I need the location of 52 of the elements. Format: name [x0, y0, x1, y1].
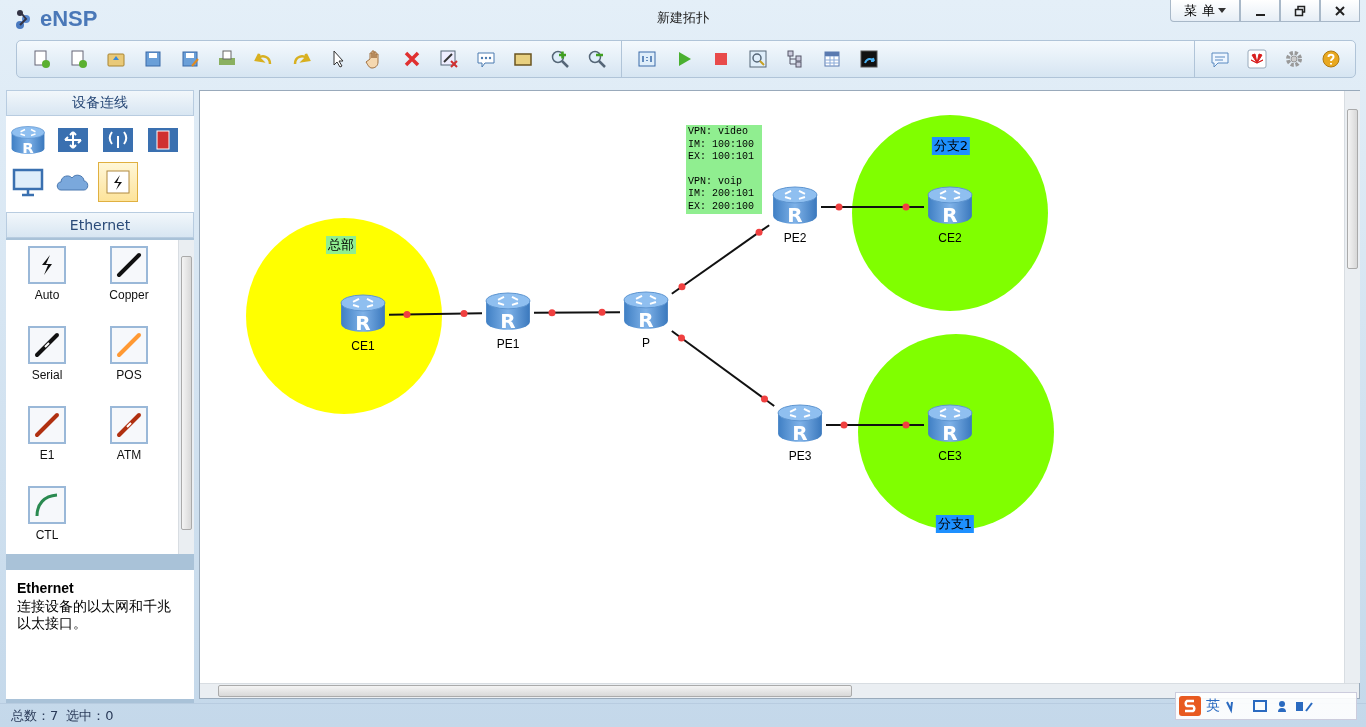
minimize-icon	[1255, 13, 1265, 16]
window-title: 新建拓扑	[657, 9, 709, 27]
scrollbar[interactable]	[178, 240, 194, 554]
cable-item[interactable]: POS	[88, 324, 170, 404]
close-button[interactable]	[1320, 0, 1360, 22]
cable-icon	[28, 246, 66, 284]
close-icon	[1334, 4, 1346, 17]
app-name: eNSP	[40, 6, 98, 32]
cable-icon	[110, 246, 148, 284]
cable-item[interactable]: ATM	[88, 404, 170, 484]
cable-icon	[28, 486, 66, 524]
text-note: VPN: video IM: 100:100 EX: 100:101 VPN: voip IM: 200:101 EX: 200:100	[686, 125, 762, 214]
scrollbar[interactable]	[1344, 91, 1360, 683]
restore-button[interactable]	[1280, 0, 1320, 22]
area-label: 分支1	[935, 515, 975, 533]
cable-link[interactable]	[820, 203, 925, 211]
restore-icon	[1294, 4, 1306, 17]
cable-item[interactable]: E1	[6, 404, 88, 484]
node-label: CE1	[351, 338, 375, 353]
cable-icon	[110, 326, 148, 364]
node-label: PE2	[783, 230, 807, 245]
info-title: Ethernet	[17, 580, 75, 596]
cable-link[interactable]	[388, 310, 483, 318]
cable-icon	[110, 406, 148, 444]
cable-icon	[28, 326, 66, 364]
scrollbar[interactable]	[200, 683, 1359, 698]
menu-button[interactable]: 菜 单	[1170, 0, 1240, 22]
area-label: 分支2	[931, 137, 971, 155]
node-label: PE1	[496, 336, 520, 351]
area-label: 总部	[326, 236, 356, 254]
status-text: 总数：7	[11, 706, 59, 725]
cable-link[interactable]	[825, 421, 925, 429]
node-label: CE3	[938, 448, 962, 463]
cable-icon	[28, 406, 66, 444]
cable-item[interactable]: Copper	[88, 244, 170, 324]
cable-link[interactable]	[670, 224, 771, 295]
node-label: P	[642, 335, 650, 350]
cable-item[interactable]: Serial	[6, 324, 88, 404]
input-mode[interactable]: 英	[1206, 697, 1220, 715]
cable-link[interactable]	[670, 329, 776, 408]
cable-link[interactable]	[533, 308, 621, 317]
ime-tools-icon	[1224, 698, 1314, 714]
panel-header: 设备连线	[6, 90, 194, 116]
ime-logo-icon	[1178, 695, 1202, 717]
status-text: 选中：0	[66, 706, 114, 725]
panel-header: Ethernet	[6, 212, 194, 238]
node-label: PE3	[788, 448, 812, 463]
cable-item[interactable]: Auto	[6, 244, 88, 324]
info-description: 连接设备的以太网和千兆以太接口。	[17, 598, 172, 632]
caret-icon	[1217, 7, 1226, 14]
cable-item[interactable]: CTL	[6, 484, 88, 554]
node-label: CE2	[938, 230, 962, 245]
